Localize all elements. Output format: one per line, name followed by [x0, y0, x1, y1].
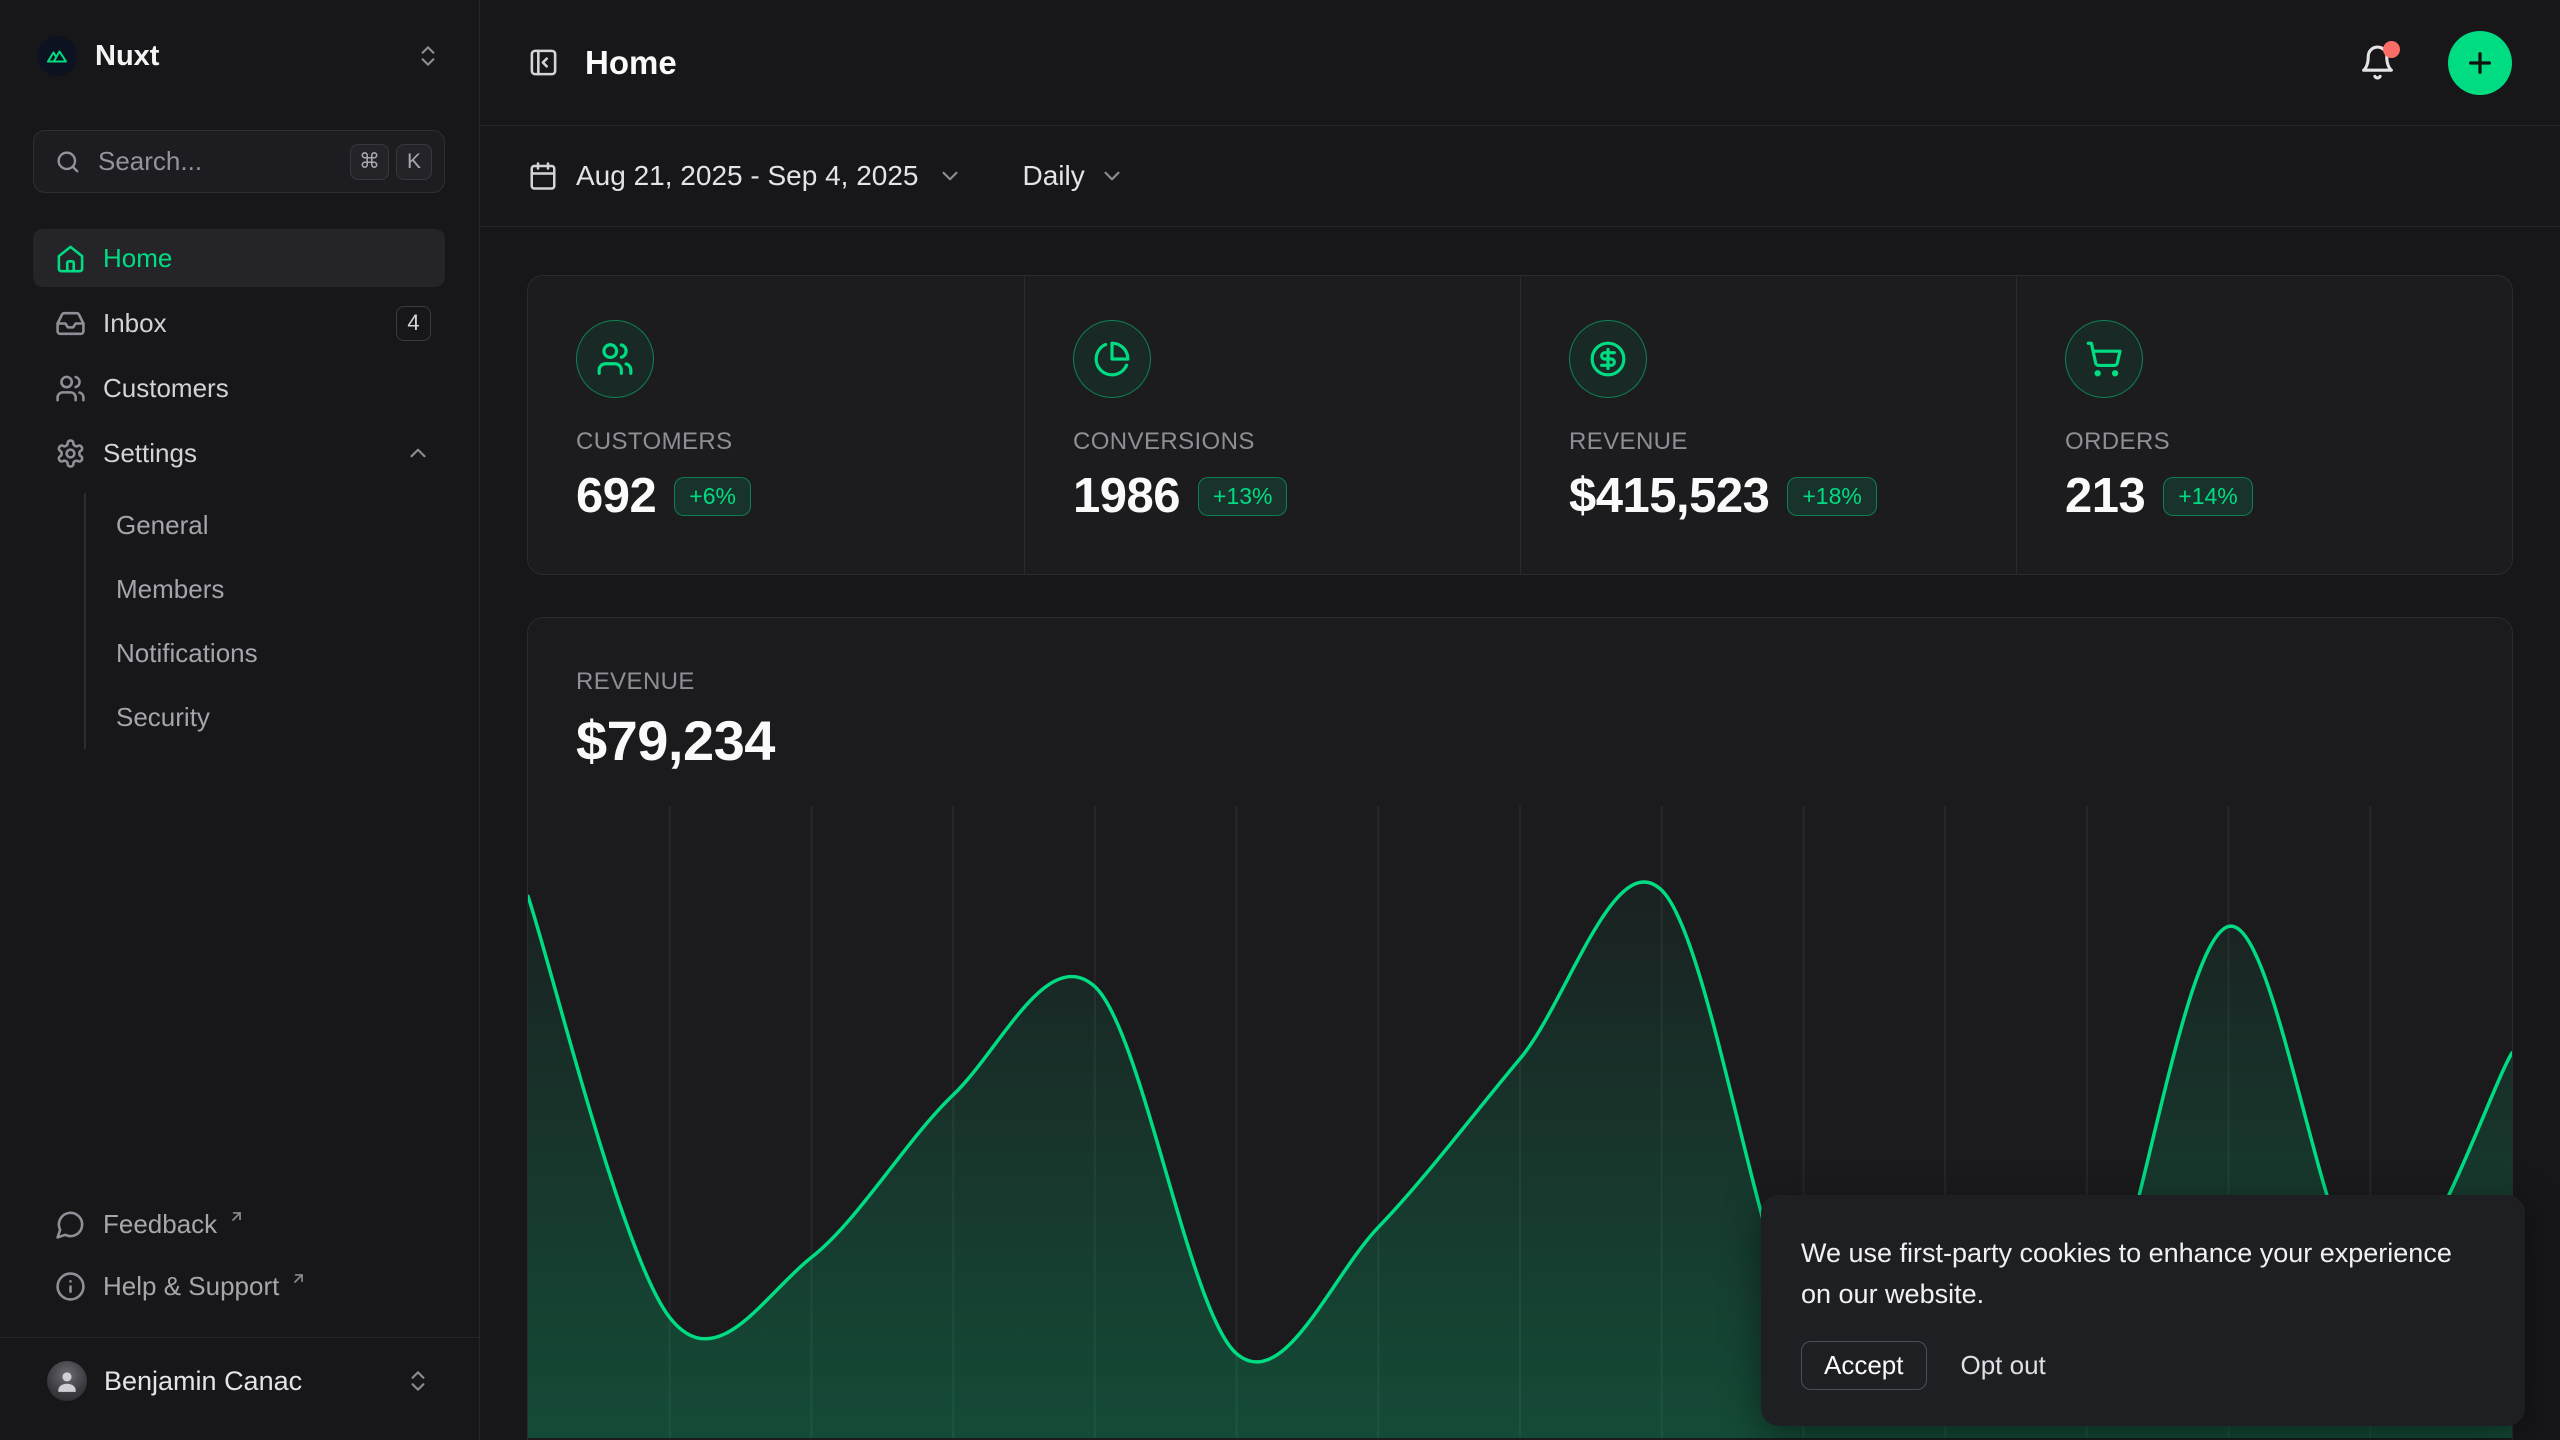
search-placeholder: Search...	[98, 146, 334, 177]
chevron-down-icon	[1099, 163, 1125, 189]
home-icon	[55, 243, 86, 274]
sidebar-item-notifications[interactable]: Notifications	[86, 621, 445, 685]
sidebar-item-inbox[interactable]: Inbox 4	[33, 294, 445, 352]
stat-value: 213	[2065, 468, 2145, 524]
chevron-up-icon	[405, 440, 431, 466]
info-circle-icon	[55, 1271, 86, 1302]
calendar-icon	[528, 161, 558, 191]
stat-delta-badge: +13%	[1198, 477, 1287, 516]
chat-bubble-icon	[55, 1209, 86, 1240]
cart-icon	[2065, 320, 2143, 398]
avatar	[47, 1361, 87, 1401]
stat-value: $415,523	[1569, 468, 1769, 524]
header: Home	[480, 0, 2560, 126]
user-name: Benjamin Canac	[104, 1366, 388, 1397]
date-range-picker[interactable]: Aug 21, 2025 - Sep 4, 2025	[528, 160, 963, 192]
team-name: Nuxt	[95, 40, 397, 73]
feedback-link[interactable]: Feedback	[33, 1193, 445, 1255]
users-icon	[55, 373, 86, 404]
kbd-cmd: ⌘	[350, 144, 389, 180]
stat-delta-badge: +18%	[1787, 477, 1876, 516]
gear-icon	[55, 438, 86, 469]
stat-value: 692	[576, 468, 656, 524]
page-title: Home	[585, 44, 2333, 82]
stat-card-customers[interactable]: CUSTOMERS 692 +6%	[528, 276, 1024, 574]
pie-chart-icon	[1073, 320, 1151, 398]
stat-delta-badge: +14%	[2163, 477, 2252, 516]
help-support-label: Help & Support	[103, 1271, 279, 1302]
stat-delta-badge: +6%	[674, 477, 751, 516]
stat-label: CUSTOMERS	[576, 428, 976, 456]
sidebar-item-security[interactable]: Security	[86, 685, 445, 749]
sidebar-item-settings[interactable]: Settings	[33, 424, 445, 482]
inbox-count-badge: 4	[396, 306, 431, 341]
settings-sub-list: General Members Notifications Security	[84, 493, 445, 749]
cookie-accept-button[interactable]: Accept	[1801, 1341, 1927, 1390]
team-switcher[interactable]: Nuxt	[33, 36, 445, 76]
chevrons-up-down-icon	[405, 1368, 431, 1394]
stat-label: REVENUE	[1569, 428, 1968, 456]
users-icon	[576, 320, 654, 398]
dollar-circle-icon	[1569, 320, 1647, 398]
search-icon	[54, 148, 82, 176]
sidebar-item-members[interactable]: Members	[86, 557, 445, 621]
date-range-value: Aug 21, 2025 - Sep 4, 2025	[576, 160, 919, 192]
stats-row: CUSTOMERS 692 +6% CONVERSIONS 1986 +13%	[527, 275, 2513, 575]
notification-dot	[2383, 41, 2400, 58]
revenue-chart-value: $79,234	[576, 708, 2464, 773]
notifications-button[interactable]	[2359, 44, 2396, 81]
stat-card-conversions[interactable]: CONVERSIONS 1986 +13%	[1024, 276, 1520, 574]
user-menu[interactable]: Benjamin Canac	[33, 1350, 445, 1412]
revenue-chart-label: REVENUE	[576, 668, 2464, 696]
cookie-message: We use first-party cookies to enhance yo…	[1801, 1233, 2485, 1315]
external-link-icon	[290, 1270, 307, 1287]
stat-card-revenue[interactable]: REVENUE $415,523 +18%	[1520, 276, 2016, 574]
inbox-icon	[55, 308, 86, 339]
sidebar-item-label: Home	[103, 243, 172, 274]
feedback-label: Feedback	[103, 1209, 217, 1240]
chevron-down-icon	[937, 163, 963, 189]
help-support-link[interactable]: Help & Support	[33, 1255, 445, 1317]
sidebar-footer: Feedback Help & Support Benjamin Canac	[33, 1193, 445, 1412]
sidebar-collapse-icon[interactable]	[528, 47, 559, 78]
granularity-select[interactable]: Daily	[1023, 160, 1125, 192]
stat-label: CONVERSIONS	[1073, 428, 1472, 456]
sidebar-item-label: Settings	[103, 438, 197, 469]
sidebar-item-customers[interactable]: Customers	[33, 359, 445, 417]
sidebar-item-general[interactable]: General	[86, 493, 445, 557]
sidebar-nav: Home Inbox 4 Customers Settings	[33, 229, 445, 751]
sidebar-item-label: Inbox	[103, 308, 167, 339]
filter-toolbar: Aug 21, 2025 - Sep 4, 2025 Daily	[480, 126, 2560, 227]
kbd-k: K	[396, 144, 432, 180]
sidebar-item-label: Customers	[103, 373, 229, 404]
external-link-icon	[228, 1208, 245, 1225]
sidebar: Nuxt Search... ⌘ K Home Inbox 4	[0, 0, 480, 1440]
chevrons-up-down-icon	[415, 43, 441, 69]
sidebar-divider	[0, 1337, 479, 1338]
search-input[interactable]: Search... ⌘ K	[33, 130, 445, 193]
search-shortcut: ⌘ K	[350, 144, 432, 180]
plus-icon	[2464, 47, 2496, 79]
cookie-banner: We use first-party cookies to enhance yo…	[1761, 1195, 2525, 1426]
stat-label: ORDERS	[2065, 428, 2464, 456]
nuxt-logo-icon	[37, 36, 77, 76]
sidebar-item-home[interactable]: Home	[33, 229, 445, 287]
stat-value: 1986	[1073, 468, 1180, 524]
granularity-value: Daily	[1023, 160, 1085, 192]
stat-card-orders[interactable]: ORDERS 213 +14%	[2016, 276, 2512, 574]
cookie-optout-button[interactable]: Opt out	[1961, 1342, 2046, 1389]
add-button[interactable]	[2448, 31, 2512, 95]
